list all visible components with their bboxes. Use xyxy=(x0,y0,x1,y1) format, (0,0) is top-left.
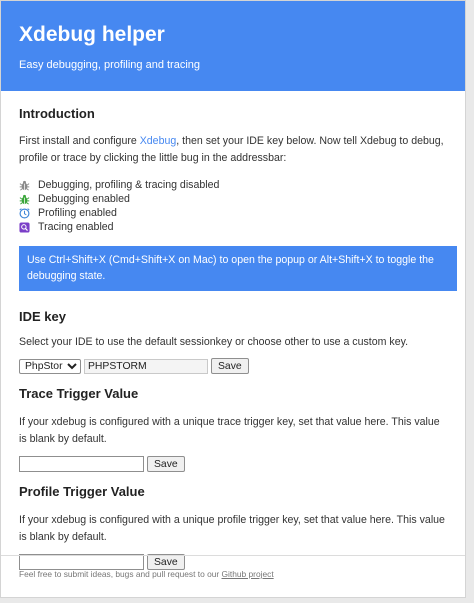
state-item-debugging: Debugging enabled xyxy=(19,192,447,206)
trace-trigger-heading: Trace Trigger Value xyxy=(19,386,139,401)
clock-icon xyxy=(19,207,30,219)
ide-key-input[interactable] xyxy=(84,358,208,374)
shortcut-info-banner: Use Ctrl+Shift+X (Cmd+Shift+X on Mac) to… xyxy=(19,246,457,291)
ide-key-controls: PhpStorm Save xyxy=(19,358,447,374)
profile-trigger-heading: Profile Trigger Value xyxy=(19,484,145,499)
main-content: Introduction First install and configure… xyxy=(1,91,465,570)
xdebug-link[interactable]: Xdebug xyxy=(140,135,177,147)
magnifier-icon xyxy=(19,221,30,233)
bug-gray-icon xyxy=(19,180,30,191)
profile-trigger-description: If your xdebug is configured with a uniq… xyxy=(19,514,445,543)
trace-trigger-description: If your xdebug is configured with a uniq… xyxy=(19,416,440,445)
page-header: Xdebug helper Easy debugging, profiling … xyxy=(1,1,465,91)
trace-trigger-save-button[interactable]: Save xyxy=(147,456,185,472)
state-item-tracing: Tracing enabled xyxy=(19,220,447,234)
ide-key-section: IDE key Select your IDE to use the defau… xyxy=(19,309,447,374)
ide-key-save-button[interactable]: Save xyxy=(211,358,249,374)
page-subtitle: Easy debugging, profiling and tracing xyxy=(19,59,201,71)
trace-trigger-input[interactable] xyxy=(19,456,144,472)
trace-trigger-section: Trace Trigger Value If your xdebug is co… xyxy=(19,386,447,472)
options-page: Xdebug helper Easy debugging, profiling … xyxy=(0,0,466,598)
introduction-heading: Introduction xyxy=(19,106,95,121)
state-item-profiling: Profiling enabled xyxy=(19,206,447,220)
introduction-text: First install and configure Xdebug, then… xyxy=(19,135,444,164)
ide-key-heading: IDE key xyxy=(19,309,66,324)
github-project-link[interactable]: Github project xyxy=(222,569,274,579)
ide-key-description: Select your IDE to use the default sessi… xyxy=(19,336,409,348)
state-item-disabled: Debugging, profiling & tracing disabled xyxy=(19,178,447,192)
page-footer: Feel free to submit ideas, bugs and pull… xyxy=(1,555,465,580)
ide-select[interactable]: PhpStorm xyxy=(19,358,81,374)
page-title: Xdebug helper xyxy=(19,23,165,46)
bug-green-icon xyxy=(19,194,30,205)
state-legend: Debugging, profiling & tracing disabled … xyxy=(19,178,447,234)
trace-trigger-controls: Save xyxy=(19,456,447,472)
